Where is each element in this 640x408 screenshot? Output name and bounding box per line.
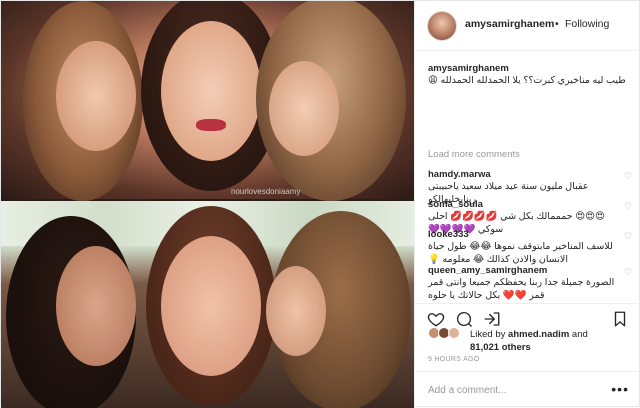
likes-user[interactable]: ahmed.nadim: [508, 329, 569, 340]
header-username[interactable]: amysamirghanem: [465, 18, 554, 30]
avatar[interactable]: [427, 11, 457, 41]
likes-text: Liked by ahmed.nadim and 81,021 others: [470, 328, 588, 354]
woman-right-face: [266, 266, 326, 356]
mother-face: [161, 21, 261, 161]
caption-text: طيب ليه مناخيري كبرت؟؟ يلا الحمدلله الحم…: [428, 75, 626, 86]
comment-like-icon[interactable]: ♡: [623, 171, 633, 181]
post-frame: nourlovesdoniaamy amysamirghanem • Follo…: [0, 0, 640, 408]
child-right-face: [269, 61, 339, 156]
post-timestamp[interactable]: 9 HOURS AGO: [428, 356, 480, 363]
caption: amysamirghanem طيب ليه مناخيري كبرت؟؟ يل…: [428, 63, 630, 87]
child-left-face: [56, 41, 136, 151]
mother-lips: [196, 119, 226, 131]
woman-left-face: [56, 246, 136, 366]
likes-count[interactable]: 81,021 others: [470, 342, 531, 353]
caption-username[interactable]: amysamirghanem: [428, 63, 630, 74]
post-side-panel: amysamirghanem • Following amysamirghane…: [415, 1, 640, 408]
add-comment-bar: Add a comment... •••: [415, 371, 640, 408]
add-comment-input[interactable]: Add a comment...: [428, 385, 506, 396]
comment-text: الصورة جميلة جدا ربنا يحفظكم جميعا وانتى…: [428, 277, 615, 301]
photo-watermark: nourlovesdoniaamy: [231, 187, 301, 196]
mother-bottom-face: [161, 236, 261, 376]
load-more-comments-button[interactable]: Load more comments: [428, 149, 520, 160]
share-icon[interactable]: [483, 310, 501, 328]
comment-like-icon[interactable]: ♡: [623, 231, 633, 241]
more-options-icon[interactable]: •••: [611, 381, 629, 397]
comment-username[interactable]: hamdy.marwa: [428, 169, 491, 180]
photo-top-collage: nourlovesdoniaamy: [1, 1, 414, 201]
comment-username[interactable]: queen_amy_samirghanem: [428, 265, 547, 276]
comment-item: looke333 للاسف المناخير مابتوقف نموها 😂😂…: [428, 229, 630, 266]
following-button[interactable]: Following: [565, 18, 609, 30]
post-header: amysamirghanem • Following: [415, 1, 640, 51]
comment-like-icon[interactable]: ♡: [623, 267, 633, 277]
comment-username[interactable]: looke333: [428, 229, 469, 240]
comment-username[interactable]: soma_soula: [428, 199, 483, 210]
heart-icon[interactable]: [427, 310, 445, 328]
comment-icon[interactable]: [455, 310, 473, 328]
liker-avatar[interactable]: [448, 327, 460, 339]
header-separator: •: [555, 18, 559, 30]
bookmark-icon[interactable]: [611, 310, 629, 328]
comment-item: queen_amy_samirghanem الصورة جميلة جدا ر…: [428, 265, 630, 302]
comment-like-icon[interactable]: ♡: [623, 201, 633, 211]
post-photo[interactable]: nourlovesdoniaamy: [1, 1, 414, 408]
likes-and: and: [571, 329, 588, 340]
likes-prefix: Liked by: [470, 329, 506, 340]
comments-list: amysamirghanem طيب ليه مناخيري كبرت؟؟ يل…: [415, 57, 640, 302]
comment-text: للاسف المناخير مابتوقف نموها 😂😂 طول حياة…: [428, 241, 613, 265]
likes-summary: Liked by ahmed.nadim and 81,021 others: [428, 327, 633, 353]
photo-bottom-collage: [1, 201, 414, 408]
